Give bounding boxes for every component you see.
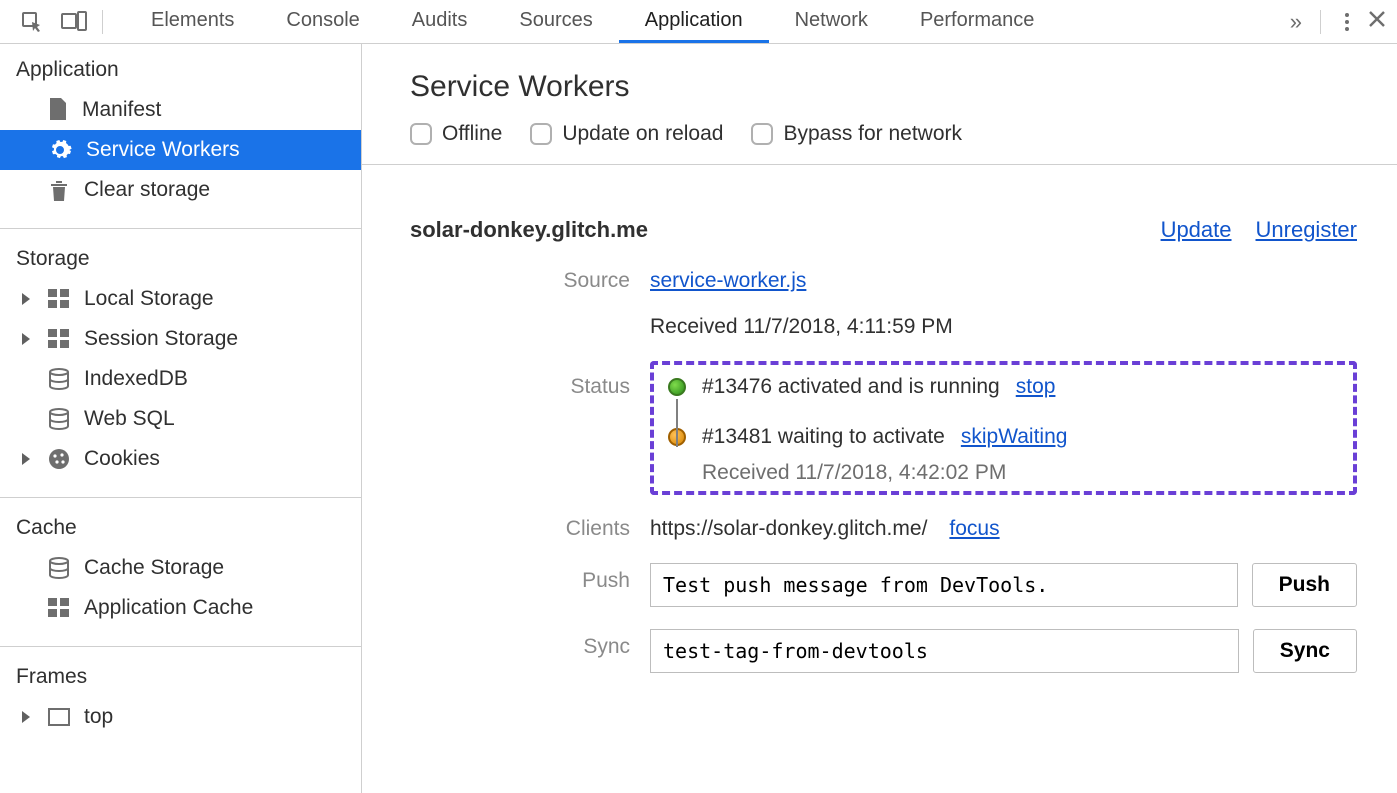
tab-elements[interactable]: Elements bbox=[125, 0, 260, 43]
sidebar-item-cache-storage[interactable]: Cache Storage bbox=[0, 548, 361, 588]
grid-icon bbox=[48, 329, 70, 349]
push-input[interactable] bbox=[650, 563, 1238, 607]
update-on-reload-label: Update on reload bbox=[562, 122, 723, 146]
page-title: Service Workers bbox=[410, 70, 1357, 104]
source-file-link[interactable]: service-worker.js bbox=[650, 269, 806, 292]
offline-label: Offline bbox=[442, 122, 502, 146]
sidebar-item-local-storage[interactable]: Local Storage bbox=[0, 279, 361, 319]
clients-label: Clients bbox=[410, 513, 630, 559]
sidebar-item-websql[interactable]: Web SQL bbox=[0, 399, 361, 439]
update-link[interactable]: Update bbox=[1161, 217, 1232, 243]
tab-network[interactable]: Network bbox=[769, 0, 894, 43]
tab-performance[interactable]: Performance bbox=[894, 0, 1061, 43]
sidebar-item-label: Web SQL bbox=[84, 407, 175, 431]
push-label: Push bbox=[410, 559, 630, 625]
sidebar-item-label: Clear storage bbox=[84, 178, 210, 202]
update-on-reload-checkbox[interactable]: Update on reload bbox=[530, 122, 723, 146]
grid-icon bbox=[48, 289, 70, 309]
inspect-element-icon[interactable] bbox=[18, 10, 46, 34]
sidebar-item-label: IndexedDB bbox=[84, 367, 188, 391]
gear-icon bbox=[48, 138, 72, 162]
sidebar-group-frames: Frames top bbox=[0, 665, 361, 737]
stop-link[interactable]: stop bbox=[1016, 375, 1056, 399]
sidebar-item-label: Session Storage bbox=[84, 327, 238, 351]
frame-icon bbox=[48, 708, 70, 726]
expand-icon[interactable] bbox=[22, 453, 30, 465]
sidebar-item-manifest[interactable]: Manifest bbox=[0, 90, 361, 130]
status-connector-line bbox=[676, 399, 678, 447]
status-active-text: #13476 activated and is running bbox=[702, 375, 1000, 399]
client-url: https://solar-donkey.glitch.me/ bbox=[650, 517, 927, 541]
sidebar-item-clear-storage[interactable]: Clear storage bbox=[0, 170, 361, 210]
sidebar-item-session-storage[interactable]: Session Storage bbox=[0, 319, 361, 359]
sync-button[interactable]: Sync bbox=[1253, 629, 1357, 673]
skip-waiting-link[interactable]: skipWaiting bbox=[961, 425, 1068, 449]
sidebar-item-cookies[interactable]: Cookies bbox=[0, 439, 361, 479]
tab-audits[interactable]: Audits bbox=[386, 0, 494, 43]
sidebar-group-title: Cache bbox=[0, 516, 361, 548]
status-waiting-text: #13481 waiting to activate bbox=[702, 425, 945, 449]
cookie-icon bbox=[48, 448, 70, 470]
sidebar-item-top-frame[interactable]: top bbox=[0, 697, 361, 737]
sidebar-item-label: Cache Storage bbox=[84, 556, 224, 580]
offline-checkbox[interactable]: Offline bbox=[410, 122, 502, 146]
database-icon bbox=[48, 557, 70, 579]
separator bbox=[0, 497, 361, 498]
source-label: Source bbox=[410, 265, 630, 357]
tab-console[interactable]: Console bbox=[260, 0, 385, 43]
sidebar-item-label: top bbox=[84, 705, 113, 729]
bypass-network-checkbox[interactable]: Bypass for network bbox=[751, 122, 962, 146]
close-devtools-icon[interactable] bbox=[1367, 9, 1387, 35]
sidebar-group-cache: Cache Cache Storage Application Cache bbox=[0, 516, 361, 628]
separator bbox=[0, 228, 361, 229]
sync-input[interactable] bbox=[650, 629, 1239, 673]
push-button[interactable]: Push bbox=[1252, 563, 1357, 607]
database-icon bbox=[48, 368, 70, 390]
tab-application[interactable]: Application bbox=[619, 0, 769, 43]
sidebar-group-application: Application Manifest Service Workers Cle… bbox=[0, 58, 361, 210]
sidebar-item-label: Manifest bbox=[82, 98, 161, 122]
sidebar-item-label: Service Workers bbox=[86, 138, 240, 162]
origin-host: solar-donkey.glitch.me bbox=[410, 217, 648, 243]
separator bbox=[0, 646, 361, 647]
source-received: Received 11/7/2018, 4:11:59 PM bbox=[650, 315, 1357, 339]
status-label: Status bbox=[410, 357, 630, 513]
expand-icon[interactable] bbox=[22, 293, 30, 305]
trash-icon bbox=[48, 178, 70, 202]
application-sidebar: Application Manifest Service Workers Cle… bbox=[0, 44, 362, 793]
focus-link[interactable]: focus bbox=[949, 517, 999, 541]
sidebar-item-label: Application Cache bbox=[84, 596, 253, 620]
file-icon bbox=[48, 98, 68, 122]
panel-tabs: Elements Console Audits Sources Applicat… bbox=[125, 0, 1060, 43]
sidebar-item-service-workers[interactable]: Service Workers bbox=[0, 130, 361, 170]
grid-icon bbox=[48, 598, 70, 618]
status-waiting-received: Received 11/7/2018, 4:42:02 PM bbox=[702, 461, 1339, 485]
status-highlight-box: #13476 activated and is running stop #13… bbox=[650, 361, 1357, 495]
devtools-toolbar: Elements Console Audits Sources Applicat… bbox=[0, 0, 1397, 44]
unregister-link[interactable]: Unregister bbox=[1256, 217, 1357, 243]
sidebar-item-label: Local Storage bbox=[84, 287, 214, 311]
sidebar-group-storage: Storage Local Storage Session Storage In… bbox=[0, 247, 361, 479]
device-toggle-icon[interactable] bbox=[60, 10, 88, 34]
sidebar-item-application-cache[interactable]: Application Cache bbox=[0, 588, 361, 628]
bypass-label: Bypass for network bbox=[783, 122, 962, 146]
database-icon bbox=[48, 408, 70, 430]
separator bbox=[102, 10, 103, 34]
status-active-dot-icon bbox=[668, 378, 686, 396]
devtools-menu-icon[interactable] bbox=[1345, 10, 1349, 34]
tab-sources[interactable]: Sources bbox=[493, 0, 618, 43]
service-worker-options: Offline Update on reload Bypass for netw… bbox=[410, 122, 1357, 146]
main-panel: Service Workers Offline Update on reload… bbox=[362, 44, 1397, 793]
more-tabs-icon[interactable]: » bbox=[1290, 9, 1296, 35]
separator bbox=[1320, 10, 1321, 34]
sidebar-item-label: Cookies bbox=[84, 447, 160, 471]
sidebar-group-title: Frames bbox=[0, 665, 361, 697]
expand-icon[interactable] bbox=[22, 333, 30, 345]
expand-icon[interactable] bbox=[22, 711, 30, 723]
sidebar-group-title: Application bbox=[0, 58, 361, 90]
sync-label: Sync bbox=[410, 625, 630, 691]
sidebar-group-title: Storage bbox=[0, 247, 361, 279]
sidebar-item-indexeddb[interactable]: IndexedDB bbox=[0, 359, 361, 399]
